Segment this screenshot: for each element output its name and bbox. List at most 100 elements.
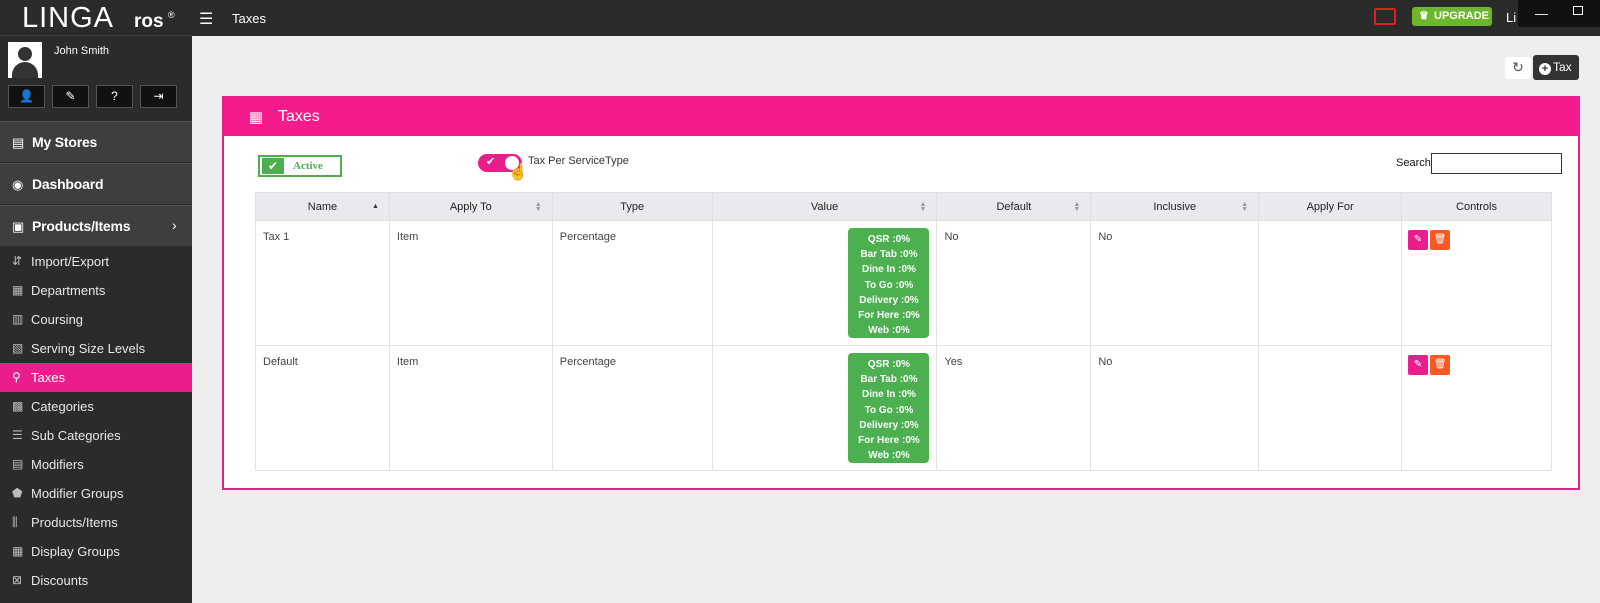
window-controls: — (1518, 0, 1600, 27)
nav-dashboard[interactable]: ◉ Dashboard (0, 163, 192, 204)
logo-registered: ® (168, 10, 175, 20)
sidebar-item-products-items[interactable]: ⫼ Products/Items (0, 508, 192, 537)
cell-value: QSR :0% Bar Tab :0% Dine In :0% To Go :0… (711, 220, 938, 346)
cell-value: QSR :0% Bar Tab :0% Dine In :0% To Go :0… (711, 345, 938, 471)
trash-icon: 🗑 (1433, 234, 1447, 245)
sort-icon: ▲ ▼ (534, 201, 542, 213)
value-badge: QSR :0% Bar Tab :0% Dine In :0% To Go :0… (848, 228, 930, 338)
avatar[interactable] (8, 42, 42, 78)
sidebar-item-sub-categories[interactable]: ☰ Sub Categories (0, 421, 192, 450)
add-tax-label: Tax (1553, 60, 1572, 74)
trash-icon: 🗑 (1433, 359, 1447, 370)
cell-controls: ✎ 🗑 (1401, 345, 1552, 471)
crown-icon: ♛ (1419, 10, 1429, 22)
cell-name: Tax 1 (255, 220, 390, 346)
display-groups-icon: ▦ (12, 544, 24, 558)
add-tax-button[interactable]: + Tax (1533, 55, 1579, 80)
pencil-icon: ✎ (1413, 359, 1423, 370)
col-apply-to[interactable]: Apply To ▲ ▼ (388, 192, 553, 221)
col-value[interactable]: Value ▲ ▼ (711, 192, 938, 221)
coursing-icon: ▥ (12, 312, 24, 326)
sidebar-item-modifier-groups[interactable]: ⬟ Modifier Groups (0, 479, 192, 508)
cell-inclusive: No (1090, 345, 1260, 471)
panel-title: Taxes (278, 108, 320, 125)
nav-my-stores[interactable]: ▤ My Stores (0, 121, 192, 162)
sort-icon: ▲ ▼ (919, 201, 927, 213)
sub-categories-icon: ☰ (12, 428, 23, 442)
table-header-row: Name ▲ Apply To ▲ ▼ Type Value ▲ ▼ Default ▲ ▼ … (255, 192, 1552, 221)
restore-icon[interactable] (1573, 6, 1583, 15)
gift-icon: ▣ (12, 219, 25, 234)
search-label: Search (1396, 157, 1431, 169)
hand-cursor-icon: ☝ (508, 164, 528, 181)
sidebar-item-import-export[interactable]: ⇵ Import/Export (0, 247, 192, 276)
upgrade-button[interactable]: ♛ UPGRADE (1412, 7, 1492, 26)
cell-apply-for (1258, 345, 1403, 471)
sidebar-item-display-groups[interactable]: ▦ Display Groups (0, 537, 192, 566)
sidebar: John Smith 👤 ✎ ? ⇥ ▤ My Stores ◉ Dashboa… (0, 36, 192, 603)
wrench-icon[interactable]: ✎ (52, 85, 89, 108)
col-default[interactable]: Default ▲ ▼ (936, 192, 1092, 221)
categories-icon: ▩ (12, 399, 24, 413)
value-badge: QSR :0% Bar Tab :0% Dine In :0% To Go :0… (848, 353, 930, 463)
col-inclusive[interactable]: Inclusive ▲ ▼ (1090, 192, 1260, 221)
cell-inclusive: No (1090, 220, 1260, 346)
serving-size-icon: ▧ (12, 341, 24, 355)
refresh-icon: ↻ (1512, 59, 1524, 75)
col-type: Type (551, 192, 713, 221)
active-filter-label: Active (293, 160, 323, 172)
sidebar-item-serving-size-levels[interactable]: ▧ Serving Size Levels (0, 334, 192, 363)
chevron-right-icon: › (172, 217, 177, 233)
cell-name: Default (255, 345, 390, 471)
tv-icon[interactable] (1374, 8, 1396, 25)
cell-type: Percentage (551, 220, 713, 346)
refresh-button[interactable]: ↻ (1505, 57, 1531, 79)
table-row: Default Item Percentage QSR :0% Bar Tab … (255, 345, 1552, 471)
sidebar-item-modifiers[interactable]: ▤ Modifiers (0, 450, 192, 479)
app-logo[interactable]: LINGA ros ® (0, 0, 192, 36)
taxes-table: Name ▲ Apply To ▲ ▼ Type Value ▲ ▼ Default ▲ ▼ … (255, 192, 1552, 471)
help-icon[interactable]: ? (96, 85, 133, 108)
edit-button[interactable]: ✎ (1408, 355, 1429, 375)
col-apply-for: Apply For (1258, 192, 1403, 221)
discounts-icon: ⊠ (12, 573, 23, 587)
menu-icon[interactable]: ☰ (199, 9, 213, 28)
edit-button[interactable]: ✎ (1408, 230, 1429, 250)
sidebar-item-departments[interactable]: ▦ Departments (0, 276, 192, 305)
user-icon[interactable]: 👤 (8, 85, 45, 108)
dashboard-icon: ◉ (12, 177, 24, 192)
check-icon: ✔ (486, 156, 496, 168)
sidebar-item-discounts[interactable]: ⊠ Discounts (0, 566, 192, 595)
panel-header: ▦ Taxes (224, 98, 1578, 136)
upgrade-label: UPGRADE (1434, 10, 1490, 22)
table-row: Tax 1 Item Percentage QSR :0% Bar Tab :0… (255, 220, 1552, 346)
table-icon: ▦ (249, 109, 264, 126)
sort-icon: ▲ ▼ (1073, 201, 1081, 213)
cell-apply-to: Item (388, 220, 553, 346)
modifiers-icon: ▤ (12, 457, 24, 471)
sort-icon: ▲ ▼ (1241, 201, 1249, 213)
user-menu[interactable]: Li (1506, 10, 1516, 25)
departments-icon: ▦ (12, 283, 24, 297)
taxes-icon: ⚲ (12, 370, 21, 384)
minimize-icon[interactable]: — (1535, 6, 1548, 21)
col-controls: Controls (1401, 192, 1552, 221)
modifier-groups-icon: ⬟ (12, 486, 23, 500)
taxes-panel: ▦ Taxes ✔ Active ✔ Tax Per ServiceType ☝… (222, 96, 1580, 490)
sidebar-item-taxes[interactable]: ⚲ Taxes (0, 363, 192, 392)
cell-type: Percentage (551, 345, 713, 471)
sidebar-item-categories[interactable]: ▩ Categories (0, 392, 192, 421)
col-name[interactable]: Name ▲ (255, 192, 390, 221)
logout-icon[interactable]: ⇥ (140, 85, 177, 108)
cell-default: No (936, 220, 1092, 346)
active-filter-checkbox[interactable]: ✔ Active (258, 155, 342, 177)
search-input[interactable] (1431, 153, 1562, 174)
cell-controls: ✎ 🗑 (1401, 220, 1552, 346)
profile-name: John Smith (54, 45, 110, 57)
delete-button[interactable]: 🗑 (1430, 230, 1451, 250)
logo-text: LINGA (22, 2, 115, 34)
nav-products-items[interactable]: ▣ Products/Items › (0, 205, 192, 246)
plus-icon: + (1539, 63, 1551, 75)
delete-button[interactable]: 🗑 (1430, 355, 1451, 375)
sidebar-item-coursing[interactable]: ▥ Coursing (0, 305, 192, 334)
